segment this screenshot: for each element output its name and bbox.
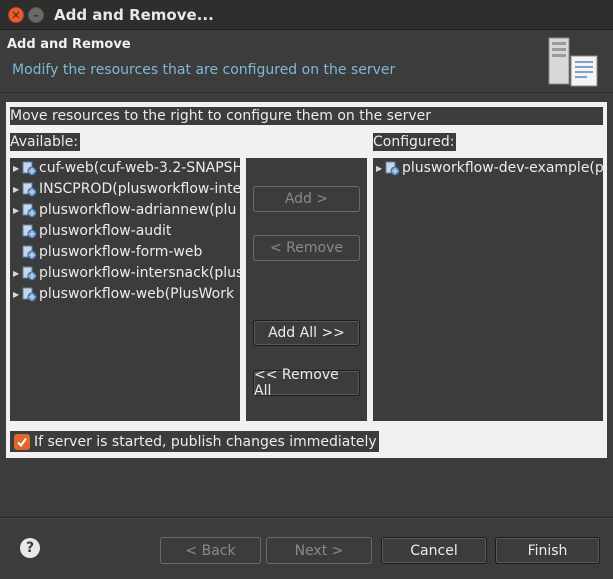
finish-button[interactable]: Finish: [495, 537, 600, 564]
checkmark-icon: [17, 437, 27, 447]
list-item[interactable]: ▶ plusworkflow-dev-example(p: [373, 158, 603, 179]
expand-arrow-icon[interactable]: ▶: [13, 263, 21, 284]
list-item-label: plusworkflow-adriannew(plu: [39, 202, 237, 218]
close-icon: ✕: [11, 8, 21, 22]
expand-arrow-icon[interactable]: ▶: [376, 158, 384, 179]
instruction-text: Move resources to the right to configure…: [10, 107, 603, 125]
publish-checkbox-label: If server is started, publish changes im…: [34, 433, 377, 450]
remove-button[interactable]: < Remove: [253, 235, 360, 261]
web-module-icon: [22, 203, 37, 218]
web-module-icon: [385, 161, 400, 176]
list-item-label: plusworkflow-web(PlusWork: [39, 286, 235, 302]
web-module-icon: [22, 266, 37, 281]
cancel-button[interactable]: Cancel: [381, 537, 487, 564]
available-list[interactable]: ▶ cuf-web(cuf-web-3.2-SNAPSHO ▶ INSCPROD(pl…: [10, 158, 240, 421]
server-config-icon: [548, 37, 598, 87]
expand-arrow-icon[interactable]: ▶: [13, 200, 21, 221]
list-item[interactable]: ▶ plusworkflow-adriannew(plu: [10, 200, 240, 221]
list-item-label: cuf-web(cuf-web-3.2-SNAPSHO: [39, 160, 240, 176]
page-title: Add and Remove: [7, 37, 131, 52]
list-item[interactable]: ▶ cuf-web(cuf-web-3.2-SNAPSHO: [10, 158, 240, 179]
list-item-label: plusworkflow-intersnack(plus: [39, 265, 240, 281]
expand-arrow-icon[interactable]: ▶: [13, 158, 21, 179]
web-module-icon: [22, 287, 37, 302]
list-item-label: plusworkflow-form-web: [39, 244, 203, 260]
add-all-button[interactable]: Add All >>: [253, 320, 360, 346]
list-item[interactable]: plusworkflow-audit: [10, 221, 240, 242]
wizard-header: Add and Remove Modify the resources that…: [0, 31, 613, 93]
configured-list[interactable]: ▶ plusworkflow-dev-example(p: [373, 158, 603, 421]
title-bar: ✕ – Add and Remove...: [0, 0, 613, 30]
list-item-label: plusworkflow-audit: [39, 223, 172, 239]
list-item[interactable]: plusworkflow-form-web: [10, 242, 240, 263]
available-label: Available:: [10, 133, 81, 151]
list-item-label: INSCPROD(plusworkflow-inte: [39, 181, 240, 197]
configured-label: Configured:: [373, 133, 457, 151]
list-item[interactable]: ▶ plusworkflow-web(PlusWork: [10, 284, 240, 305]
page-subtitle: Modify the resources that are configured…: [12, 62, 396, 78]
publish-checkbox[interactable]: [14, 433, 30, 450]
list-item[interactable]: ▶ plusworkflow-intersnack(plus: [10, 263, 240, 284]
list-item[interactable]: ▶ INSCPROD(plusworkflow-inte: [10, 179, 240, 200]
configured-label-text: Configured:: [373, 134, 455, 150]
window-title: Add and Remove...: [54, 6, 214, 24]
back-button[interactable]: < Back: [160, 537, 261, 564]
remove-all-button[interactable]: << Remove All: [253, 367, 360, 399]
web-module-icon: [22, 245, 37, 260]
web-module-icon: [22, 182, 37, 197]
expand-arrow-icon[interactable]: ▶: [13, 179, 21, 200]
minimize-icon: –: [33, 8, 39, 22]
minimize-window-button[interactable]: –: [28, 7, 44, 23]
add-button[interactable]: Add >: [253, 186, 360, 212]
available-label-text: Available:: [10, 134, 79, 150]
help-icon[interactable]: ?: [20, 538, 40, 558]
next-button[interactable]: Next >: [266, 537, 372, 564]
footer-separator-highlight: [0, 518, 613, 519]
expand-arrow-icon[interactable]: ▶: [13, 284, 21, 305]
web-module-icon: [22, 161, 37, 176]
web-module-icon: [22, 224, 37, 239]
close-window-button[interactable]: ✕: [8, 7, 24, 23]
publish-checkbox-row[interactable]: If server is started, publish changes im…: [10, 431, 379, 452]
list-item-label: plusworkflow-dev-example(p: [402, 160, 603, 176]
